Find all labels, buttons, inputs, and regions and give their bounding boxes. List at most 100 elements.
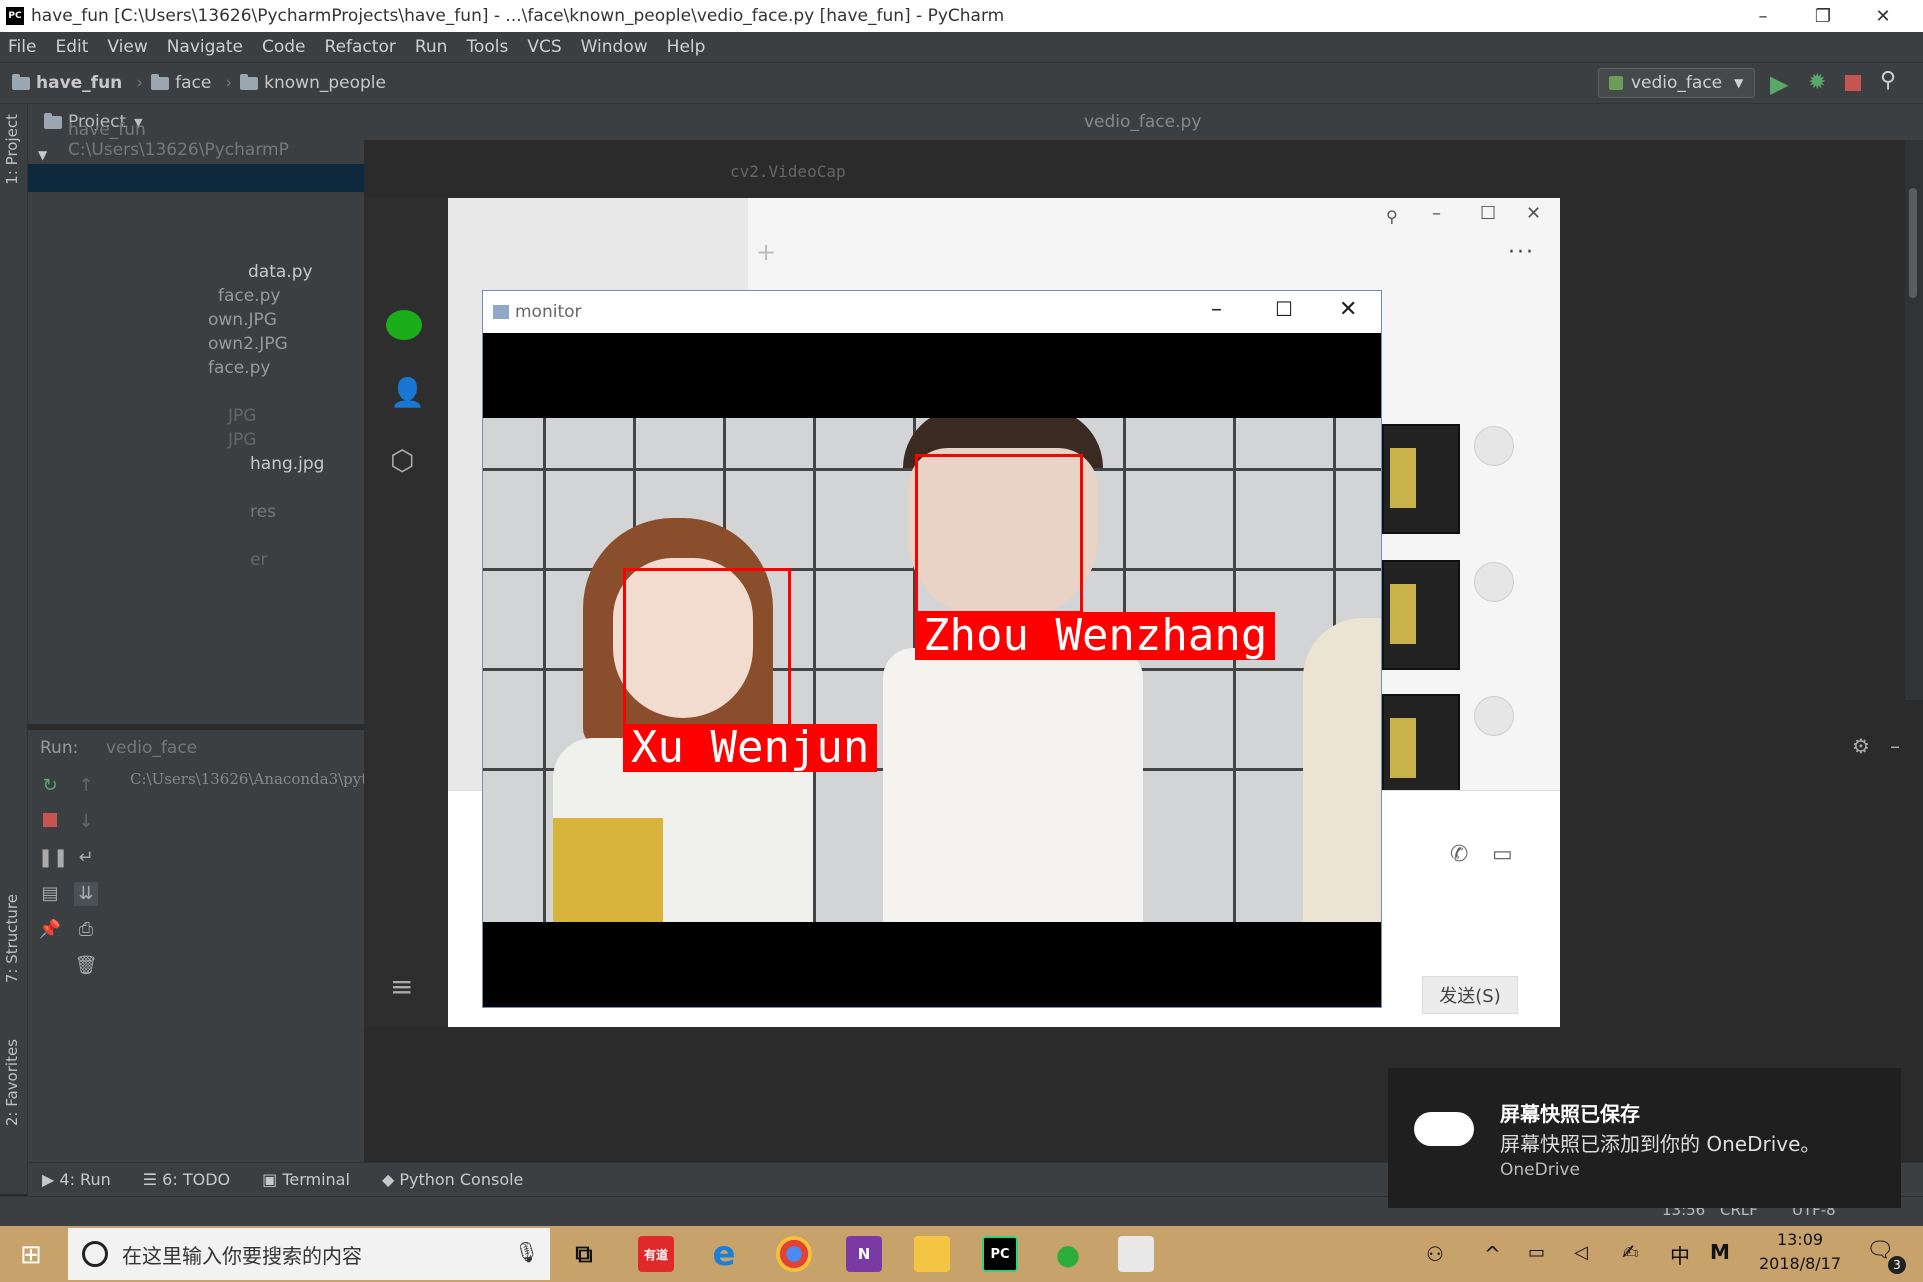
breadcrumb-known-people[interactable]: known_people	[240, 73, 386, 93]
file-data-py[interactable]: data.py	[248, 262, 313, 282]
image-message[interactable]	[1382, 694, 1460, 804]
menu-window[interactable]: Window	[581, 37, 648, 57]
notification-toast[interactable]: 屏幕快照已保存 屏幕快照已添加到你的 OneDrive。 OneDrive	[1388, 1068, 1901, 1208]
minimize-button[interactable]: –	[1733, 0, 1793, 32]
tab-python-console[interactable]: ◆ Python Console	[382, 1170, 523, 1189]
input-method-indicator[interactable]: 中	[1670, 1240, 1690, 1269]
volume-icon[interactable]: ◁	[1574, 1242, 1588, 1263]
trash-icon[interactable]: 🗑	[74, 954, 98, 978]
image-message[interactable]	[1382, 560, 1460, 670]
youdao-icon[interactable]: 有道	[638, 1236, 674, 1272]
file-jpg-1[interactable]: JPG	[228, 406, 256, 426]
breadcrumb-have-fun[interactable]: have_fun	[12, 73, 122, 93]
monitor-minimize-button[interactable]: –	[1211, 297, 1222, 322]
notepad-icon[interactable]	[1118, 1236, 1154, 1272]
contacts-icon[interactable]: 👤	[390, 376, 425, 409]
pycharm-taskbar-icon[interactable]: PC	[982, 1236, 1018, 1272]
editor-scrollbar[interactable]	[1905, 140, 1923, 700]
onenote-icon[interactable]: N	[846, 1236, 882, 1272]
editor-tab-vedio-face[interactable]: vedio_face.py	[1084, 112, 1201, 132]
menu-edit[interactable]: Edit	[55, 37, 88, 57]
taskbar-clock[interactable]: 13:09 2018/8/17	[1740, 1228, 1860, 1280]
menu-code[interactable]: Code	[262, 37, 306, 57]
restore-button[interactable]: ❐	[1793, 0, 1853, 32]
voice-call-icon[interactable]: ✆	[1450, 842, 1468, 867]
selected-tree-row[interactable]	[28, 164, 364, 192]
rerun-icon[interactable]: ↻	[38, 774, 62, 798]
menu-navigate[interactable]: Navigate	[167, 37, 243, 57]
ime-mode-icon[interactable]: M	[1710, 1240, 1730, 1264]
tab-run[interactable]: ▶ 4: Run	[42, 1170, 111, 1189]
tab-terminal[interactable]: ▣ Terminal	[262, 1170, 350, 1189]
monitor-close-button[interactable]: ✕	[1339, 297, 1357, 322]
breadcrumb-face[interactable]: face	[151, 73, 211, 93]
stop-run-icon[interactable]	[43, 813, 57, 827]
scroll-to-end-icon[interactable]: ⇊	[74, 882, 98, 906]
settings-gear-icon[interactable]: ⚙	[1852, 734, 1870, 758]
structure-tool-tab[interactable]: 7: Structure	[3, 894, 21, 983]
layout-icon[interactable]: ▤	[38, 882, 62, 906]
print-icon[interactable]: ⎙	[74, 918, 98, 942]
wechat-close-button[interactable]: ✕	[1526, 203, 1541, 224]
pause-icon[interactable]: ❚❚	[38, 846, 68, 870]
microphone-icon[interactable]: 🎙	[514, 1240, 539, 1264]
menu-tools[interactable]: Tools	[466, 37, 508, 57]
avatar[interactable]	[1474, 562, 1514, 602]
pin-window-icon[interactable]: ⚲	[1386, 207, 1398, 226]
search-icon[interactable]: ⚲	[1880, 68, 1896, 93]
expand-arrow-icon[interactable]: ▼	[38, 148, 47, 162]
file-explorer-icon[interactable]	[914, 1236, 950, 1272]
project-tool-tab[interactable]: 1: Project	[3, 114, 21, 185]
avatar[interactable]	[1474, 426, 1514, 466]
menu-vcs[interactable]: VCS	[527, 37, 561, 57]
avatar[interactable]	[1474, 696, 1514, 736]
menu-view[interactable]: View	[107, 37, 147, 57]
menu-file[interactable]: File	[8, 37, 36, 57]
debug-icon[interactable]: ✹	[1808, 70, 1826, 95]
chat-icon[interactable]	[386, 310, 422, 340]
run-icon[interactable]: ▶	[1770, 70, 1788, 98]
battery-icon[interactable]: ▭	[1528, 1242, 1545, 1263]
chrome-icon[interactable]	[776, 1236, 812, 1272]
menu-refactor[interactable]: Refactor	[325, 37, 396, 57]
folder-other[interactable]: er	[250, 550, 267, 570]
close-button[interactable]: ✕	[1853, 0, 1913, 32]
down-arrow-icon[interactable]: ↓	[74, 810, 98, 834]
send-button[interactable]: 发送(S)	[1422, 976, 1518, 1014]
wechat-taskbar-icon[interactable]: ●	[1050, 1236, 1086, 1272]
add-chat-icon[interactable]: +	[756, 238, 776, 266]
more-options-button[interactable]: ···	[1508, 240, 1535, 265]
hide-panel-icon[interactable]: –	[1890, 734, 1900, 758]
tab-todo[interactable]: ☰ 6: TODO	[143, 1170, 230, 1189]
menu-help[interactable]: Help	[667, 37, 706, 57]
favorites-tool-tab[interactable]: 2: Favorites	[3, 1039, 21, 1126]
favorites-box-icon[interactable]: ⬡	[390, 444, 414, 477]
project-root[interactable]: have_fun C:\Users\13626\PycharmP	[68, 120, 364, 160]
wechat-minimize-button[interactable]: –	[1432, 203, 1441, 224]
up-arrow-icon[interactable]: ↑	[74, 774, 98, 798]
file-vedio-face-py[interactable]: face.py	[208, 358, 270, 378]
file-zhang-jpg[interactable]: hang.jpg	[250, 454, 324, 474]
soft-wrap-icon[interactable]: ↵	[74, 846, 98, 870]
run-tab-vedio-face[interactable]: vedio_face	[106, 738, 197, 758]
image-message[interactable]	[1382, 424, 1460, 534]
menu-run[interactable]: Run	[415, 37, 448, 57]
video-call-icon[interactable]: ▭	[1492, 842, 1513, 867]
menu-icon[interactable]: ≡	[390, 970, 413, 1003]
people-icon[interactable]: ⚇	[1426, 1242, 1444, 1266]
file-jpg-2[interactable]: JPG	[228, 430, 256, 450]
scrollbar-thumb[interactable]	[1909, 188, 1917, 298]
folder-pictures[interactable]: res	[250, 502, 276, 522]
windows-start-icon[interactable]: ⊞	[20, 1240, 42, 1270]
file-known-jpg[interactable]: own.JPG	[208, 310, 277, 330]
pen-ink-icon[interactable]: ✍	[1622, 1240, 1639, 1264]
file-face-py[interactable]: face.py	[218, 286, 280, 306]
show-hidden-icons-icon[interactable]: ^	[1484, 1242, 1501, 1266]
monitor-maximize-button[interactable]: ☐	[1275, 297, 1293, 321]
run-configuration-select[interactable]: vedio_face ▼	[1598, 68, 1755, 98]
taskbar-search-input[interactable]: 在这里输入你要搜索的内容 🎙	[68, 1228, 550, 1280]
task-view-icon[interactable]: ⧉	[566, 1236, 602, 1272]
pin-icon[interactable]: 📌	[38, 918, 62, 942]
stop-icon[interactable]	[1845, 75, 1861, 91]
wechat-maximize-button[interactable]: ☐	[1480, 203, 1496, 224]
